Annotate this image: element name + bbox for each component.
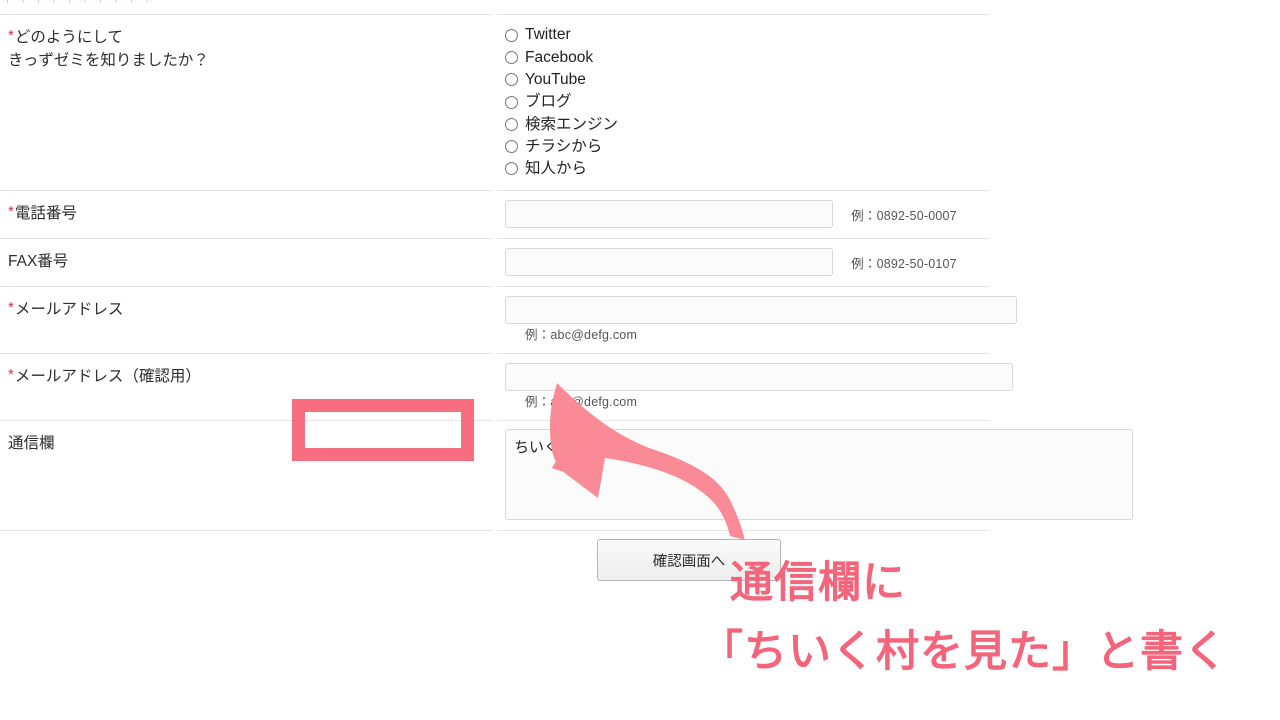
- label-referral-source-line1: どのようにして: [14, 29, 123, 46]
- radio-circle-icon[interactable]: [505, 140, 518, 154]
- email-hint: 例：abc@defg.com: [525, 328, 638, 343]
- label-email: *メールアドレス: [0, 286, 497, 354]
- form-row-email: *メールアドレス 例：abc@defg.com: [0, 286, 1017, 354]
- required-asterisk: *: [8, 27, 14, 44]
- submit-cell: 確認画面へ: [495, 530, 990, 594]
- email-confirm-input[interactable]: [505, 363, 1013, 392]
- radio-label-blog: ブログ: [525, 93, 572, 111]
- radio-option-acquaintance[interactable]: 知人から: [505, 158, 990, 180]
- required-asterisk: *: [8, 203, 14, 221]
- label-referral-source-line2: きっずゼミを知りましたか？: [8, 52, 209, 70]
- radio-circle-icon[interactable]: [505, 28, 518, 42]
- radio-option-facebook[interactable]: Facebook: [505, 46, 990, 68]
- email-input[interactable]: [505, 296, 1017, 325]
- contact-form: ＊＊＊＊＊＊＊＊＊＊ *どのようにして きっずゼミを知りましたか？ Twitte…: [0, 0, 1133, 594]
- label-referral-source: *どのようにして きっずゼミを知りましたか？: [0, 13, 497, 191]
- label-email-confirm: *メールアドレス（確認用）: [0, 353, 497, 421]
- submit-button[interactable]: 確認画面へ: [597, 539, 781, 582]
- field-tel: 例：0892-50-0007: [495, 190, 990, 239]
- fax-hint: 例：0892-50-0107: [851, 256, 957, 271]
- radio-option-youtube[interactable]: YouTube: [505, 69, 990, 91]
- radio-label-facebook: Facebook: [525, 48, 594, 66]
- radio-circle-icon[interactable]: [505, 50, 518, 64]
- form-row-email-confirm: *メールアドレス（確認用） 例：abc@defg.com: [0, 353, 1013, 421]
- field-email: 例：abc@defg.com: [495, 286, 1017, 354]
- form-table: ＊＊＊＊＊＊＊＊＊＊ *どのようにして きっずゼミを知りましたか？ Twitte…: [0, 0, 1133, 594]
- annotation-line-2: 「ちいく村を見た」と書く: [700, 627, 1228, 677]
- radio-option-twitter[interactable]: Twitter: [505, 24, 990, 46]
- label-email-confirm-text: メールアドレス（確認用）: [14, 368, 201, 386]
- radio-label-flyer: チラシから: [525, 137, 603, 155]
- clipped-top-text: ＊＊＊＊＊＊＊＊＊＊: [0, 0, 990, 8]
- radio-label-youtube: YouTube: [525, 70, 586, 88]
- email-confirm-hint: 例：abc@defg.com: [525, 395, 638, 410]
- form-row-tel: *電話番号 例：0892-50-0007: [0, 190, 990, 239]
- field-fax: 例：0892-50-0107: [495, 238, 990, 287]
- radio-circle-icon[interactable]: [505, 95, 518, 109]
- radio-option-blog[interactable]: ブログ: [505, 91, 990, 113]
- form-row-fax: FAX番号 例：0892-50-0107: [0, 238, 990, 287]
- tel-hint: 例：0892-50-0007: [851, 208, 957, 223]
- radio-circle-icon[interactable]: [505, 73, 518, 87]
- radio-circle-icon[interactable]: [505, 117, 518, 131]
- label-fax-text: FAX番号: [8, 253, 69, 271]
- field-referral-source: Twitter Facebook YouTube ブログ 検索エンジン チラシか…: [495, 13, 990, 191]
- label-email-text: メールアドレス: [14, 301, 124, 319]
- label-tel: *電話番号: [0, 190, 497, 239]
- radio-label-search-engine: 検索エンジン: [525, 115, 619, 133]
- label-fax: FAX番号: [0, 238, 497, 287]
- label-message: 通信欄: [0, 420, 497, 531]
- required-asterisk: *: [8, 366, 14, 384]
- required-asterisk: *: [8, 299, 14, 317]
- field-email-confirm: 例：abc@defg.com: [495, 353, 1013, 421]
- form-row-submit: 確認画面へ: [0, 530, 990, 594]
- radio-option-search-engine[interactable]: 検索エンジン: [505, 113, 990, 135]
- form-row-message: 通信欄 ちいく村を見た: [0, 420, 1133, 531]
- radio-label-twitter: Twitter: [525, 26, 571, 44]
- tel-input[interactable]: [505, 200, 833, 229]
- message-textarea[interactable]: ちいく村を見た: [505, 429, 1133, 521]
- form-row-referral-source: *どのようにして きっずゼミを知りましたか？ Twitter Facebook: [0, 13, 990, 191]
- fax-input[interactable]: [505, 248, 833, 277]
- label-tel-text: 電話番号: [14, 205, 77, 223]
- radio-option-flyer[interactable]: チラシから: [505, 135, 990, 157]
- radio-circle-icon[interactable]: [505, 162, 518, 176]
- clipped-top-cell: ＊＊＊＊＊＊＊＊＊＊: [0, 0, 990, 15]
- field-message: ちいく村を見た: [495, 420, 1133, 531]
- label-message-text: 通信欄: [8, 435, 55, 453]
- radio-label-acquaintance: 知人から: [525, 160, 588, 178]
- clipped-top-row: ＊＊＊＊＊＊＊＊＊＊: [0, 0, 990, 15]
- radio-group-referral-source: Twitter Facebook YouTube ブログ 検索エンジン チラシか…: [505, 24, 990, 180]
- submit-spacer-cell: [0, 530, 497, 594]
